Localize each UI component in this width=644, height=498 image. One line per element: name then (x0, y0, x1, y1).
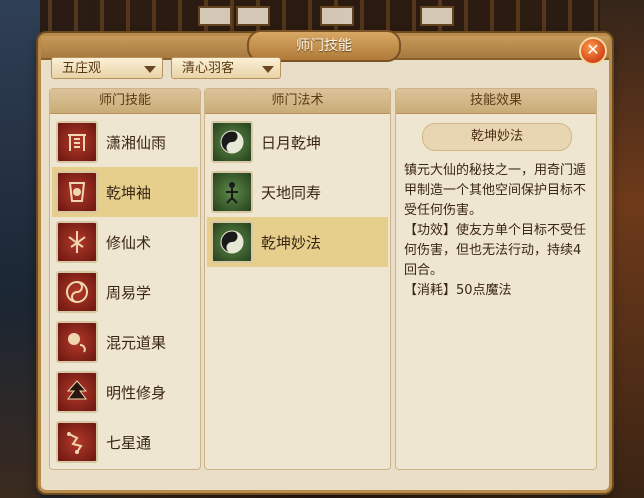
spell-item[interactable]: 日月乾坤 (207, 117, 388, 167)
skill-item[interactable]: 混元道果 (52, 317, 198, 367)
close-icon: ✕ (586, 40, 600, 59)
chevron-down-icon (262, 66, 274, 73)
spell-item-selected[interactable]: 乾坤妙法 (207, 217, 388, 267)
background-roof (0, 0, 644, 34)
tree-icon (56, 371, 98, 413)
spell-item[interactable]: 天地同寿 (207, 167, 388, 217)
sleeve-icon (56, 171, 98, 213)
effect-effect: 【功效】使友方单个目标不受任何伤害，但也无法行动，持续4回合。 (404, 223, 587, 278)
school-dropdown-value: 五庄观 (62, 61, 102, 76)
skill-item[interactable]: 潇湘仙雨 (52, 117, 198, 167)
skill-item[interactable]: 修仙术 (52, 217, 198, 267)
taiji-icon (56, 271, 98, 313)
skill-label: 修仙术 (106, 233, 152, 252)
skill-label: 乾坤袖 (106, 183, 152, 202)
effect-header: 技能效果 (396, 89, 596, 114)
constellation-icon (56, 421, 98, 463)
effect-panel: 技能效果 乾坤妙法 镇元大仙的秘技之一，用奇门遁甲制造一个其他空间保护目标不受任… (395, 88, 597, 470)
yinyang-icon (211, 121, 253, 163)
effect-cost: 【消耗】50点魔法 (404, 283, 512, 298)
skill-window: 师门技能 ✕ 五庄观 清心羽客 师门技能 潇湘仙雨 乾坤袖 修仙术 周易学 混元… (38, 30, 612, 493)
skills-list: 师门技能 潇湘仙雨 乾坤袖 修仙术 周易学 混元道果 明性修身 七星通 (49, 88, 201, 470)
sect-dropdown[interactable]: 清心羽客 (171, 57, 281, 79)
effect-description: 镇元大仙的秘技之一，用奇门遁甲制造一个其他空间保护目标不受任何伤害。 (404, 163, 587, 218)
skill-item[interactable]: 七星通 (52, 417, 198, 467)
spell-label: 天地同寿 (261, 183, 322, 202)
skills-header: 师门技能 (50, 89, 200, 114)
effect-description-block: 镇元大仙的秘技之一，用奇门遁甲制造一个其他空间保护目标不受任何伤害。 【功效】使… (404, 161, 588, 301)
background-left (0, 0, 40, 498)
figure-icon (211, 171, 253, 213)
chevron-down-icon (144, 66, 156, 73)
close-button[interactable]: ✕ (579, 37, 607, 65)
spell-label: 乾坤妙法 (261, 233, 322, 252)
skill-label: 混元道果 (106, 333, 167, 352)
skill-label: 明性修身 (106, 383, 167, 402)
school-dropdown[interactable]: 五庄观 (51, 57, 163, 79)
spell-label: 日月乾坤 (261, 133, 322, 152)
effect-title-plate: 乾坤妙法 (422, 123, 572, 151)
yinyang-icon (211, 221, 253, 263)
effect-skill-name: 乾坤妙法 (422, 123, 572, 151)
skill-label: 潇湘仙雨 (106, 133, 167, 152)
crane-icon (56, 221, 98, 263)
orb-icon (56, 321, 98, 363)
skill-item[interactable]: 明性修身 (52, 367, 198, 417)
sect-dropdown-value: 清心羽客 (182, 61, 235, 76)
skill-item-selected[interactable]: 乾坤袖 (52, 167, 198, 217)
spells-list: 师门法术 日月乾坤 天地同寿 乾坤妙法 (204, 88, 391, 470)
spells-header: 师门法术 (205, 89, 390, 114)
skill-label: 周易学 (106, 283, 152, 302)
pavilion-icon (56, 121, 98, 163)
skill-label: 七星通 (106, 433, 152, 452)
skill-item[interactable]: 周易学 (52, 267, 198, 317)
